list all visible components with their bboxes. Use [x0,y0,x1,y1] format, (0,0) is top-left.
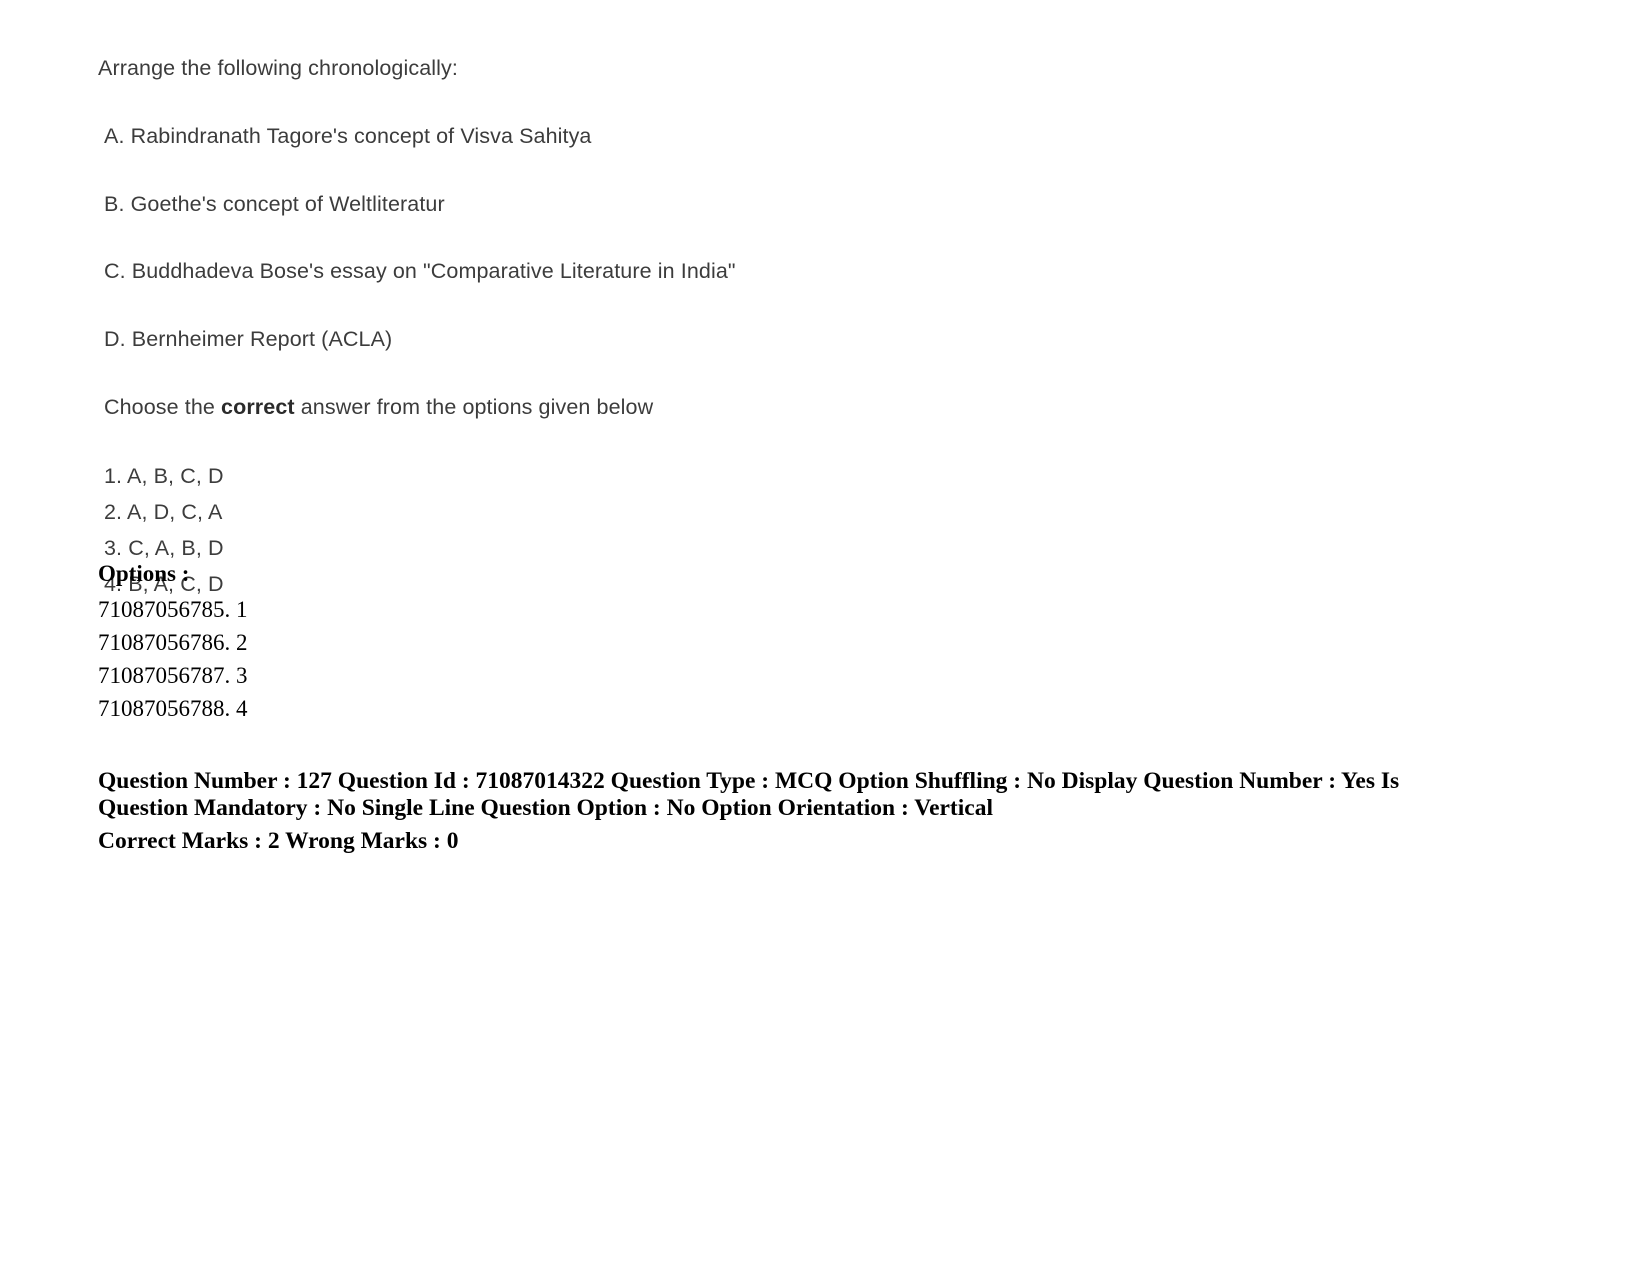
exam-question-page: Arrange the following chronologically: A… [0,0,1650,1275]
answer-choice-3[interactable]: 3. C, A, B, D [104,530,1498,566]
question-content: Arrange the following chronologically: A… [98,56,1498,602]
choose-emphasis: correct [221,394,295,419]
statement-d: D. Bernheimer Report (ACLA) [104,327,393,352]
answer-choice-1[interactable]: 1. A, B, C, D [104,458,1498,494]
metadata-line-1: Question Number : 127 Question Id : 7108… [98,768,1400,821]
statement-a: A. Rabindranath Tagore's concept of Visv… [104,123,592,148]
answer-choice-2[interactable]: 2. A, D, C, A [104,494,1498,530]
metadata-line-2: Correct Marks : 2 Wrong Marks : 0 [98,828,459,854]
option-id-2: 71087056786. 2 [98,630,248,655]
question-metadata: Question Number : 127 Question Id : 7108… [98,768,1428,855]
option-id-4: 71087056788. 4 [98,696,248,721]
choose-suffix: answer from the options given below [294,394,654,419]
choose-prefix: Choose the [104,394,222,419]
statement-b: B. Goethe's concept of Weltliteratur [104,191,445,216]
options-section: Options : 71087056785. 1 71087056786. 2 … [98,562,1498,725]
choose-instruction: Choose the correct answer from the optio… [104,395,1498,421]
option-id-3: 71087056787. 3 [98,663,248,688]
options-heading: Options : [98,561,190,586]
statement-c: C. Buddhadeva Bose's essay on "Comparati… [104,259,736,284]
option-id-list: 71087056785. 1 71087056786. 2 7108705678… [98,593,1498,725]
question-stem: Arrange the following chronologically: [98,56,458,80]
option-id-1: 71087056785. 1 [98,597,248,622]
